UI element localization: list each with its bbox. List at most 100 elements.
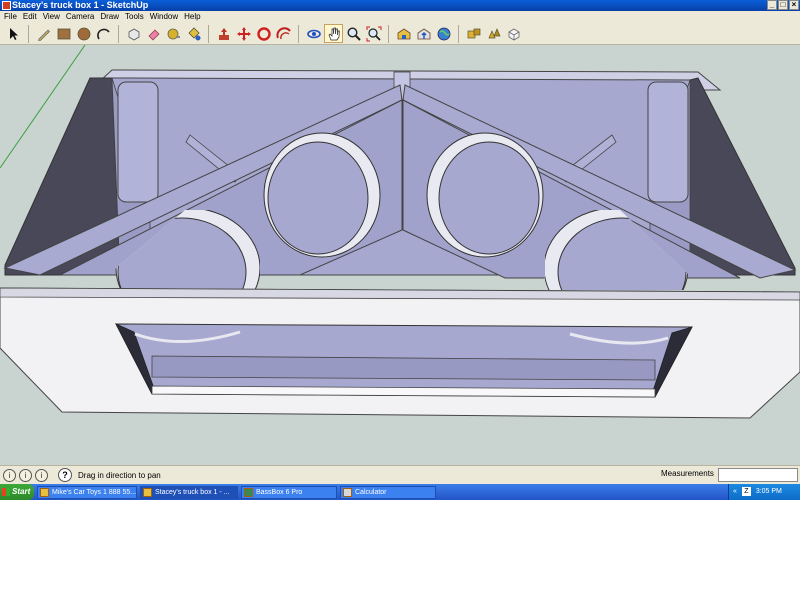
- tray-app-icon[interactable]: Z: [741, 487, 751, 496]
- offset-icon: [275, 26, 291, 39]
- status-bar: i i i ? Drag in direction to pan Measure…: [0, 465, 800, 484]
- pan-tool-button[interactable]: [324, 24, 343, 43]
- toolbar-separator: [298, 24, 302, 43]
- orbit-icon: [306, 29, 321, 38]
- pencil-icon: [37, 29, 50, 41]
- task-calculator[interactable]: Calculator: [340, 485, 436, 499]
- push-pull-icon: [218, 27, 229, 40]
- close-button[interactable]: ×: [789, 0, 799, 10]
- make-component-tool-button[interactable]: [124, 24, 143, 43]
- front-opening-floor: [151, 355, 656, 381]
- calculator-icon: [343, 487, 352, 497]
- task-label: Stacey's truck box 1 - ...: [155, 488, 230, 496]
- menu-help[interactable]: Help: [183, 11, 205, 23]
- task-firefox[interactable]: Mike's Car Toys 1 888 55...: [37, 485, 137, 499]
- sketchup-app-icon: [2, 1, 11, 10]
- offset-tool-button[interactable]: [274, 24, 293, 43]
- move-icon: [236, 26, 251, 41]
- upper-left-speaker-ring: [263, 132, 381, 258]
- rotate-tool-button[interactable]: [254, 24, 273, 43]
- rotate-icon: [256, 26, 271, 41]
- task-sketchup[interactable]: Stacey's truck box 1 - ...: [140, 485, 238, 499]
- toolbar-separator: [458, 24, 462, 43]
- minimize-button[interactable]: _: [767, 0, 777, 10]
- menu-draw[interactable]: Draw: [99, 11, 124, 23]
- paint-bucket-icon: [187, 26, 200, 40]
- user-icon[interactable]: i: [35, 468, 48, 482]
- eraser-tool-button[interactable]: [144, 24, 163, 43]
- box-icon: [508, 28, 519, 40]
- paint-bucket-tool-button[interactable]: [184, 24, 203, 43]
- line-tool-button[interactable]: [34, 24, 53, 43]
- tray-expand-button[interactable]: «: [733, 488, 737, 495]
- toolbar-separator: [28, 24, 32, 43]
- speaker-box-model: [0, 45, 800, 419]
- taskbar: Start Mike's Car Toys 1 888 55... Stacey…: [0, 484, 800, 500]
- toolbar-separator: [118, 24, 122, 43]
- title-bar[interactable]: Stacey's truck box 1 - SketchUp _ □ ×: [0, 0, 800, 11]
- orbit-tool-button[interactable]: [304, 24, 323, 43]
- task-label: Mike's Car Toys 1 888 55...: [52, 488, 137, 496]
- arrow-icon: [9, 27, 18, 40]
- push-pull-tool-button[interactable]: [214, 24, 233, 43]
- firefox-icon: [40, 487, 49, 497]
- menu-view[interactable]: View: [42, 11, 65, 23]
- circle-icon: [77, 27, 90, 40]
- share-model-tool-button[interactable]: [414, 24, 433, 43]
- components-tool-button[interactable]: [464, 24, 483, 43]
- window-title: Stacey's truck box 1 - SketchUp: [12, 0, 149, 10]
- maximize-button[interactable]: □: [778, 0, 788, 10]
- arc-icon: [96, 28, 110, 39]
- tape-measure-tool-button[interactable]: [164, 24, 183, 43]
- upper-right-speaker-ring: [426, 132, 544, 258]
- components2-icon: [487, 27, 501, 38]
- magnifier-icon: [346, 26, 361, 41]
- toolbar-separator: [208, 24, 212, 43]
- select-tool-button[interactable]: [4, 24, 23, 43]
- menu-tools[interactable]: Tools: [124, 11, 149, 23]
- arc-tool-button[interactable]: [94, 24, 113, 43]
- system-tray: « Z 3:05 PM: [728, 484, 800, 500]
- measurements-input[interactable]: [718, 468, 798, 482]
- sketchup-icon: [143, 487, 152, 497]
- menu-edit[interactable]: Edit: [22, 11, 42, 23]
- 3d-warehouse-tool-button[interactable]: [504, 24, 523, 43]
- menu-window[interactable]: Window: [149, 11, 183, 23]
- model-viewport[interactable]: [0, 45, 800, 465]
- left-corner-post: [117, 81, 159, 203]
- status-hint: Drag in direction to pan: [78, 470, 161, 480]
- move-tool-button[interactable]: [234, 24, 253, 43]
- start-button[interactable]: Start: [0, 484, 34, 500]
- earth-icon: [437, 27, 450, 40]
- task-label: Calculator: [355, 488, 387, 496]
- menu-file[interactable]: File: [3, 11, 22, 23]
- menu-camera[interactable]: Camera: [65, 11, 99, 23]
- zoom-tool-button[interactable]: [344, 24, 363, 43]
- rectangle-tool-button[interactable]: [54, 24, 73, 43]
- help-icon[interactable]: ?: [58, 468, 72, 482]
- right-corner-post: [647, 81, 689, 203]
- share-icon: [417, 28, 430, 39]
- components-extra-tool-button[interactable]: [484, 24, 503, 43]
- task-label: BassBox 6 Pro: [256, 488, 303, 496]
- toolbar-separator: [388, 24, 392, 43]
- rectangle-icon: [57, 28, 70, 39]
- task-bassbox[interactable]: BassBox 6 Pro: [241, 485, 337, 499]
- bassbox-icon: [244, 487, 253, 497]
- tape-icon: [167, 28, 180, 39]
- credits-icon[interactable]: i: [19, 468, 32, 482]
- sketchup-window: Stacey's truck box 1 - SketchUp _ □ × Fi…: [0, 0, 800, 500]
- hand-icon: [328, 27, 340, 40]
- get-models-tool-button[interactable]: [394, 24, 413, 43]
- geo-location-icon[interactable]: i: [3, 468, 16, 482]
- tray-clock[interactable]: 3:05 PM: [756, 488, 782, 495]
- warehouse-icon: [397, 28, 410, 39]
- measurements-label: Measurements: [661, 469, 714, 478]
- zoom-extents-tool-button[interactable]: [364, 24, 383, 43]
- menu-bar: File Edit View Camera Draw Tools Window …: [0, 11, 800, 23]
- circle-tool-button[interactable]: [74, 24, 93, 43]
- toolbar: [0, 23, 800, 45]
- components-icon: [467, 28, 480, 38]
- start-label: Start: [12, 487, 31, 496]
- google-earth-tool-button[interactable]: [434, 24, 453, 43]
